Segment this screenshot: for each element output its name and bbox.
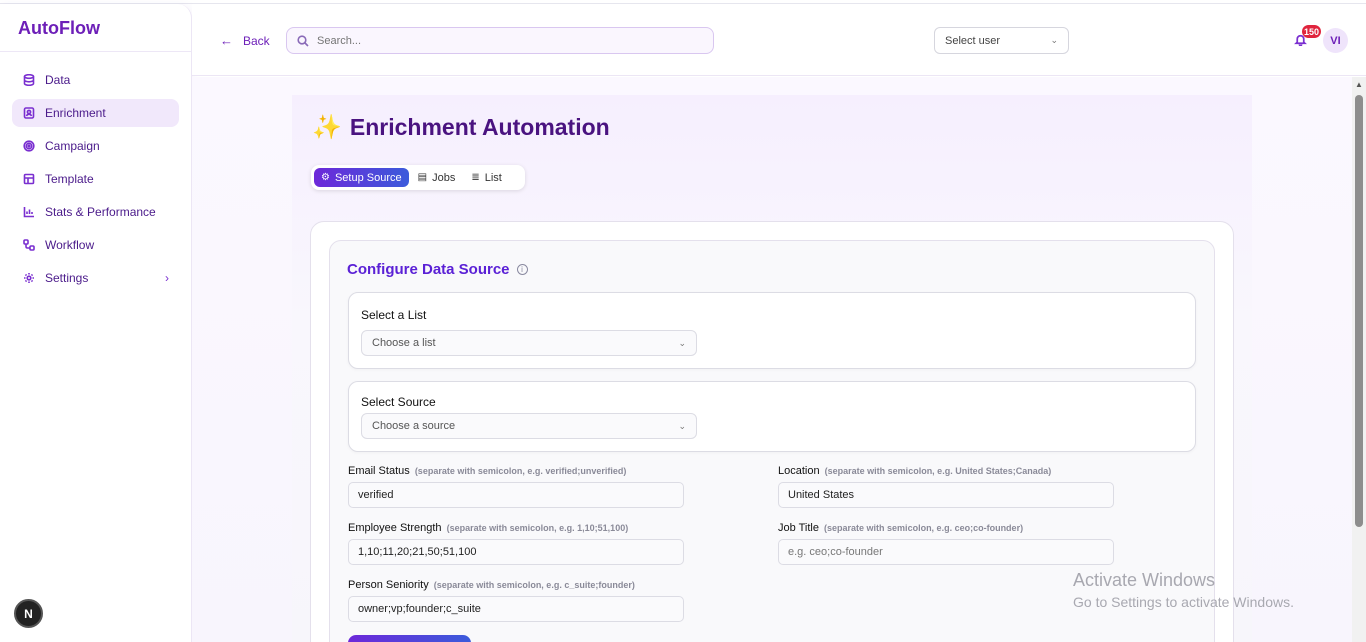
framework-avatar[interactable]: N <box>14 599 43 628</box>
windows-watermark: Activate Windows Go to Settings to activ… <box>1073 570 1294 610</box>
configure-title: Configure Data Source i <box>347 261 528 278</box>
field-hint: (separate with semicolon, e.g. verified;… <box>414 466 627 476</box>
sidebar-item-label: Data <box>45 73 71 87</box>
database-icon <box>22 73 36 87</box>
sidebar-item-stats[interactable]: Stats & Performance <box>12 198 179 226</box>
select-source-dropdown[interactable]: Choose a source ⌄ <box>361 413 697 439</box>
field-hint: (separate with semicolon, e.g. 1,10;51,1… <box>446 523 629 533</box>
chevron-down-icon: ⌄ <box>1050 35 1058 45</box>
sidebar-item-label: Stats & Performance <box>45 205 156 219</box>
search-box <box>286 27 714 54</box>
sidebar-item-data[interactable]: Data <box>12 66 179 94</box>
search-input[interactable] <box>317 34 697 47</box>
chevron-down-icon: ⌄ <box>678 420 686 431</box>
select-list-label: Select a List <box>361 308 427 322</box>
sidebar-item-label: Settings <box>45 271 89 285</box>
email-status-field[interactable]: verified <box>348 482 684 508</box>
back-label: Back <box>243 33 270 48</box>
sidebar: AutoFlow Data Enrichment Campaign Templa… <box>0 4 192 642</box>
email-status-label: Email Status (separate with semicolon, e… <box>348 465 626 477</box>
gear-icon: ⚙ <box>321 172 330 183</box>
top-header: ← Back Select user ⌄ 150 VI <box>192 4 1366 76</box>
calendar-icon: ▤ <box>417 172 428 183</box>
scroll-up-icon[interactable]: ▲ <box>1355 80 1363 89</box>
page-title-text: Enrichment Automation <box>349 114 610 140</box>
sidebar-item-campaign[interactable]: Campaign <box>12 132 179 160</box>
employee-strength-field[interactable]: 1,10;11,20;21,50;51,100 <box>348 539 684 565</box>
layout-icon <box>22 172 36 186</box>
back-button[interactable]: ← Back <box>220 33 270 48</box>
tab-label: Jobs <box>432 171 456 184</box>
sidebar-item-workflow[interactable]: Workflow <box>12 231 179 259</box>
chevron-right-icon: › <box>165 271 169 285</box>
arrow-left-icon: ← <box>220 33 233 48</box>
info-icon[interactable]: i <box>516 264 528 275</box>
field-hint: (separate with semicolon, e.g. United St… <box>824 466 1052 476</box>
user-select-dropdown[interactable]: Select user ⌄ <box>934 27 1069 54</box>
sidebar-item-label: Template <box>45 172 94 186</box>
person-seniority-field[interactable]: owner;vp;founder;c_suite <box>348 596 684 622</box>
scrollbar-thumb[interactable] <box>1355 95 1363 527</box>
target-icon <box>22 139 36 153</box>
contact-icon <box>22 106 36 120</box>
configure-title-text: Configure Data Source <box>347 261 510 278</box>
tab-label: Setup Source <box>334 171 402 184</box>
field-label-text: Email Status <box>348 465 410 477</box>
field-label-text: Employee Strength <box>348 522 442 534</box>
tab-list[interactable]: ≣ List <box>464 168 509 187</box>
workflow-icon <box>22 238 36 252</box>
sidebar-item-settings[interactable]: Settings › <box>12 264 179 292</box>
tab-bar: ⚙ Setup Source ▤ Jobs ≣ List <box>311 165 525 190</box>
gear-icon <box>22 271 36 285</box>
sidebar-item-label: Enrichment <box>45 106 106 120</box>
location-field[interactable]: United States <box>778 482 1114 508</box>
select-source-value: Choose a source <box>372 420 456 432</box>
field-label-text: Location <box>778 465 820 477</box>
location-label: Location (separate with semicolon, e.g. … <box>778 465 1051 477</box>
chevron-down-icon: ⌄ <box>678 337 686 348</box>
select-list-dropdown[interactable]: Choose a list ⌄ <box>361 330 697 356</box>
job-title-label: Job Title (separate with semicolon, e.g.… <box>778 522 1023 534</box>
tab-label: List <box>484 171 502 184</box>
field-hint: (separate with semicolon, e.g. c_suite;f… <box>433 580 635 590</box>
select-source-box: Select Source Choose a source ⌄ <box>348 381 1196 452</box>
list-icon: ≣ <box>471 172 480 183</box>
bar-chart-icon <box>22 205 36 219</box>
sidebar-item-label: Workflow <box>45 238 95 252</box>
select-source-label: Select Source <box>361 395 436 409</box>
watermark-line2: Go to Settings to activate Windows. <box>1073 594 1294 610</box>
sidebar-item-label: Campaign <box>45 139 100 153</box>
field-label-text: Job Title <box>778 522 819 534</box>
notification-badge: 150 <box>1302 25 1322 38</box>
sidebar-item-enrichment[interactable]: Enrichment <box>12 99 179 127</box>
sidebar-item-template[interactable]: Template <box>12 165 179 193</box>
user-select-value: Select user <box>945 34 1001 47</box>
brand-logo: AutoFlow <box>0 4 191 52</box>
submit-button[interactable] <box>348 635 471 642</box>
field-hint: (separate with semicolon, e.g. ceo;co-fo… <box>824 523 1024 533</box>
sidebar-nav: Data Enrichment Campaign Template Stats … <box>0 52 191 292</box>
tab-jobs[interactable]: ▤ Jobs <box>411 168 463 187</box>
watermark-line1: Activate Windows <box>1073 570 1216 590</box>
person-seniority-label: Person Seniority (separate with semicolo… <box>348 579 635 591</box>
select-list-box: Select a List Choose a list ⌄ <box>348 292 1196 369</box>
job-title-field[interactable]: e.g. ceo;co-founder <box>778 539 1114 565</box>
tab-setup-source[interactable]: ⚙ Setup Source <box>314 168 409 187</box>
search-icon <box>297 34 309 47</box>
field-label-text: Person Seniority <box>348 579 429 591</box>
select-list-value: Choose a list <box>372 337 436 349</box>
page-title: ✨ Enrichment Automation <box>312 113 610 142</box>
user-avatar[interactable]: VI <box>1323 28 1348 53</box>
sparkles-icon: ✨ <box>312 114 342 141</box>
employee-strength-label: Employee Strength (separate with semicol… <box>348 522 628 534</box>
